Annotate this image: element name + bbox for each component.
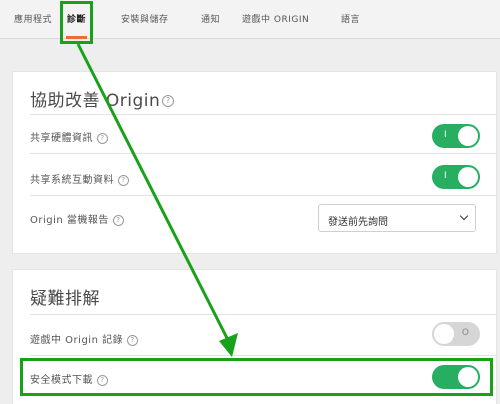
annotation-arrow xyxy=(76,43,238,357)
